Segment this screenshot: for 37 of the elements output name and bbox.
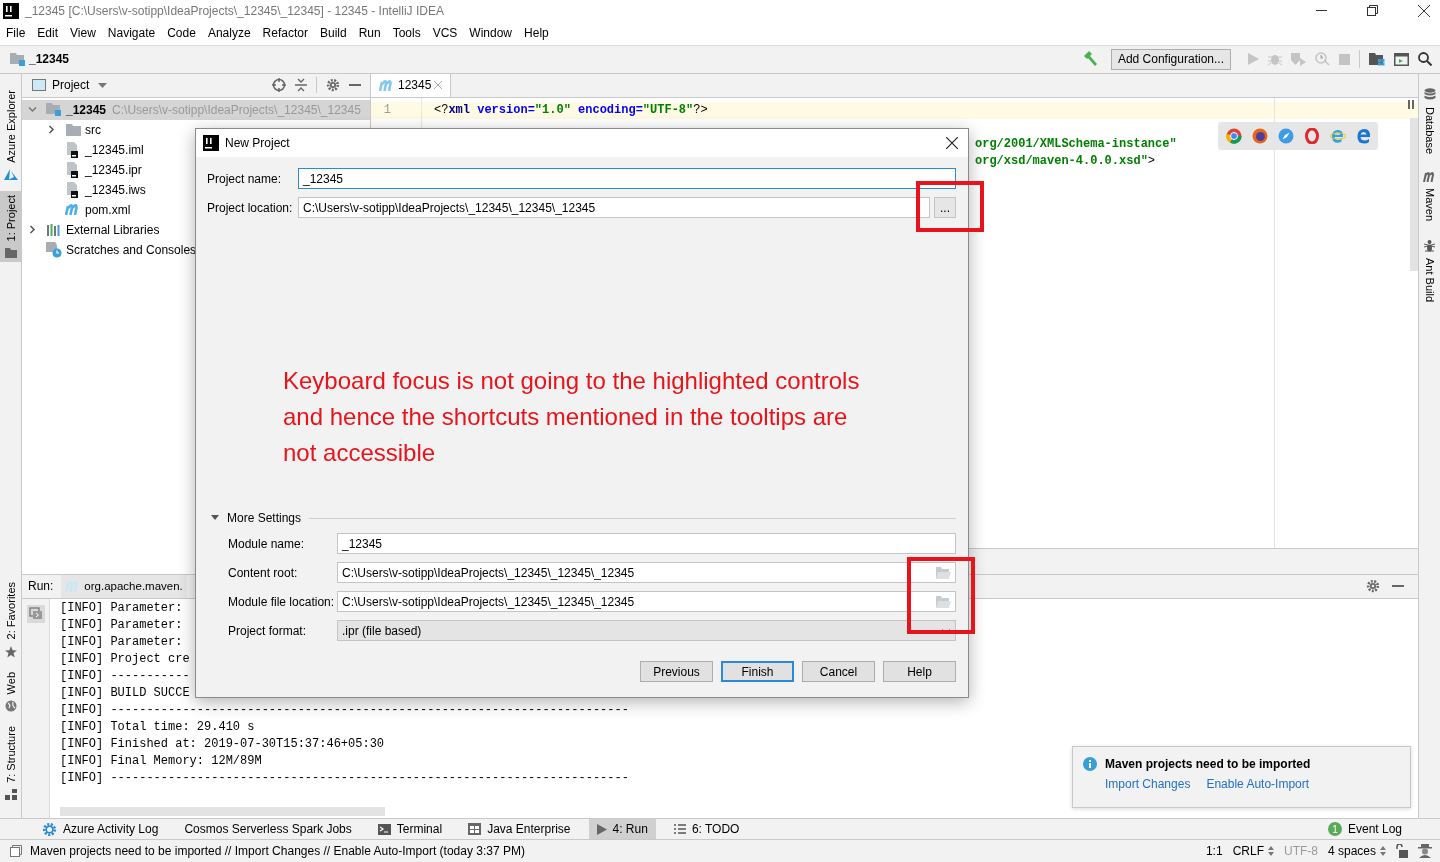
console-line: [INFO] BUILD SUCCE bbox=[60, 684, 190, 702]
tree-item-label: _12345.iws bbox=[85, 182, 146, 197]
tree-item-label: pom.xml bbox=[85, 202, 131, 217]
field-label: Project format: bbox=[228, 623, 308, 638]
tree-item-label: _12345.ipr bbox=[85, 162, 142, 177]
code-line: org/xsd/maven-4.0.0.xsd"> bbox=[975, 154, 1156, 169]
line-number: 1 bbox=[382, 103, 391, 118]
console-line: [INFO] ------------------------------------------------------------------------ bbox=[60, 769, 629, 787]
code-line: org/2001/XMLSchema-instance" bbox=[975, 137, 1177, 152]
annotation-text: Keyboard focus is not going to the highlighted controls and hence the shortcuts mentioned in the tooltips are not accessible bbox=[283, 366, 861, 468]
tree-item-label: External Libraries bbox=[66, 222, 160, 237]
tab-label: 12345 bbox=[398, 78, 432, 93]
console-line: [INFO] Parameter: bbox=[60, 616, 183, 634]
field-label: Content root: bbox=[228, 565, 299, 580]
tree-item-label: _12345.iml bbox=[85, 142, 144, 157]
dialog-title: New Project bbox=[225, 136, 290, 150]
notification-title: Maven projects need to be imported bbox=[1105, 757, 1311, 771]
console-line: [INFO] ------------------------------------------------------------------------ bbox=[60, 701, 629, 719]
console-line: [INFO] Final Memory: 12M/89M bbox=[60, 752, 262, 770]
tree-item-label: src bbox=[85, 122, 101, 137]
tree-item-label: _12345 bbox=[66, 102, 107, 117]
panel-title: Run: bbox=[28, 579, 54, 594]
field-label: Project location: bbox=[207, 200, 294, 215]
console-line: [INFO] Total time: 29.410 s bbox=[60, 718, 255, 736]
code-line: <?xml version="1.0" encoding="UTF-8"?> bbox=[434, 103, 708, 118]
console-line: [INFO] Parameter: bbox=[60, 633, 183, 651]
field-label: Module file location: bbox=[228, 594, 333, 609]
count-badge: 1 bbox=[1327, 822, 1342, 836]
field-label: Module name: bbox=[228, 536, 306, 551]
console-line: [INFO] ----------- bbox=[60, 667, 190, 685]
window-title: _12345 [C:\Users\v-sotipp\IdeaProjects\_12345\_12345] - 12345 - IntelliJ IDEA bbox=[25, 4, 444, 18]
console-line: [INFO] Project cre bbox=[60, 650, 190, 668]
tree-item-path: C:\Users\v-sotipp\IdeaProjects\_12345\_12345 bbox=[112, 102, 361, 117]
console-line: [INFO] Finished at: 2019-07-30T15:37:46+05:30 bbox=[60, 735, 385, 753]
field-label: Project name: bbox=[207, 171, 283, 186]
tree-item-label: Scratches and Consoles bbox=[66, 242, 197, 257]
console-line: [INFO] Parameter: bbox=[60, 599, 183, 617]
